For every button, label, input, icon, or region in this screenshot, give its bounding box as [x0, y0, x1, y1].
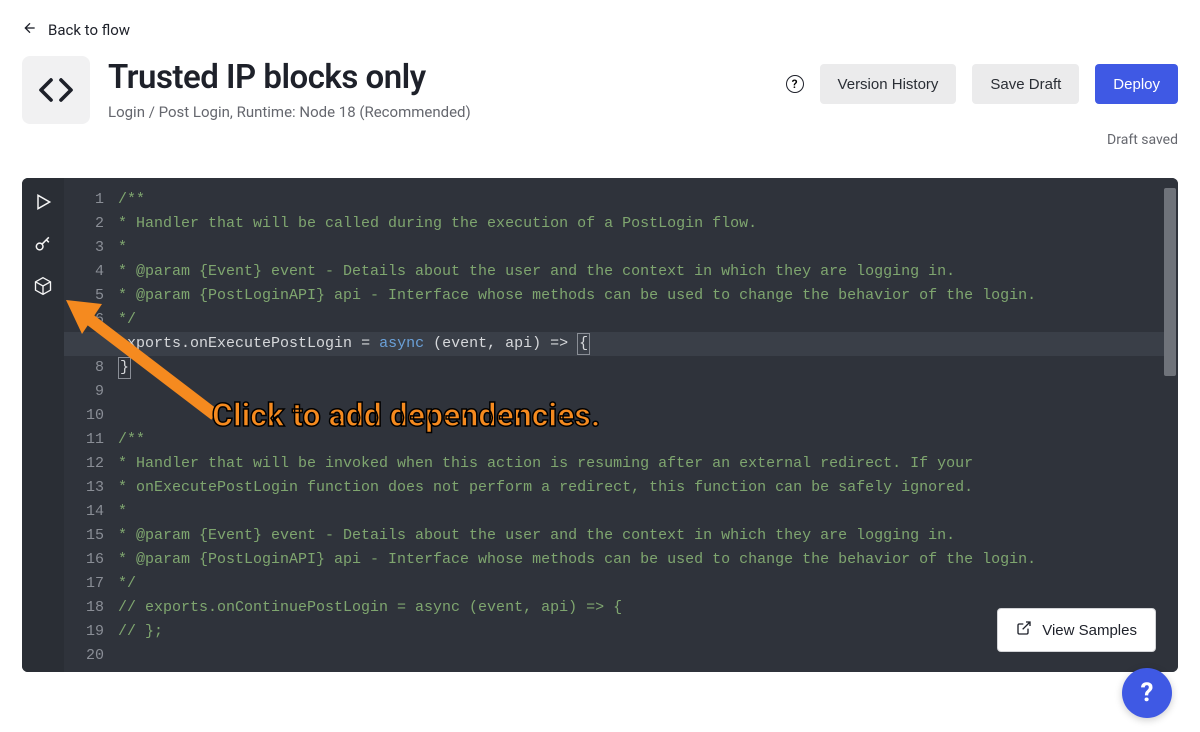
page-title: Trusted IP blocks only	[108, 58, 768, 97]
dependencies-package-icon[interactable]	[33, 276, 53, 296]
back-label: Back to flow	[48, 21, 130, 39]
code-editor: 1234567891011121314151617181920 /*** Han…	[22, 178, 1178, 672]
run-icon[interactable]	[33, 192, 53, 212]
secrets-key-icon[interactable]	[33, 234, 53, 254]
save-draft-button[interactable]: Save Draft	[972, 64, 1079, 104]
help-fab-glyph: ?	[1141, 678, 1154, 708]
editor-sidebar	[22, 178, 64, 672]
back-to-flow-link[interactable]: Back to flow	[0, 0, 1200, 50]
help-fab[interactable]: ?	[1122, 668, 1172, 718]
code-brackets-icon	[22, 56, 90, 124]
page-header: Trusted IP blocks only Login / Post Logi…	[0, 50, 1200, 124]
draft-status: Draft saved	[0, 124, 1200, 148]
code-body[interactable]: /*** Handler that will be called during …	[114, 178, 1178, 672]
page-subtitle: Login / Post Login, Runtime: Node 18 (Re…	[108, 103, 768, 121]
version-history-button[interactable]: Version History	[820, 64, 957, 104]
code-pane[interactable]: 1234567891011121314151617181920 /*** Han…	[64, 178, 1178, 672]
line-gutter: 1234567891011121314151617181920	[64, 178, 114, 672]
arrow-left-icon	[22, 20, 38, 40]
help-icon[interactable]: ?	[786, 75, 804, 93]
deploy-button[interactable]: Deploy	[1095, 64, 1178, 104]
